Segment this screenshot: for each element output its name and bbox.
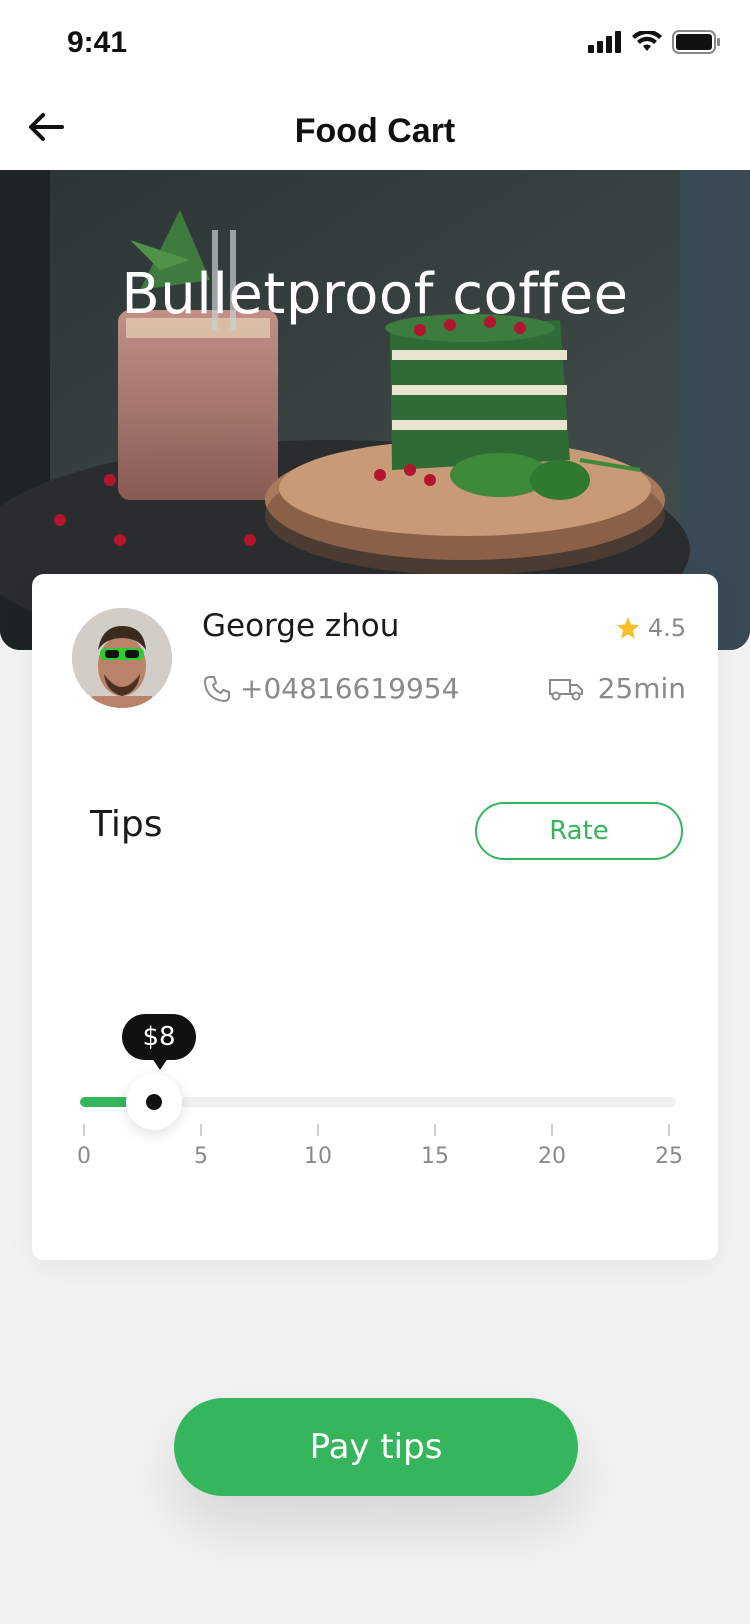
rate-button[interactable]: Rate bbox=[475, 802, 683, 860]
tip-slider[interactable]: $8 0 5 10 15 20 25 bbox=[32, 1014, 718, 1214]
battery-icon bbox=[672, 30, 720, 54]
slider-tick-label: 5 bbox=[194, 1144, 208, 1169]
nav-bar: Food Cart bbox=[0, 90, 750, 170]
phone-icon bbox=[204, 675, 230, 702]
slider-tick-label: 25 bbox=[655, 1144, 683, 1169]
star-icon bbox=[616, 617, 639, 639]
tip-card: George zhou 4.5 +04816619954 25min Tips … bbox=[32, 574, 718, 1260]
slider-tick bbox=[200, 1124, 202, 1136]
tooltip-tail bbox=[152, 1058, 168, 1070]
rating-value: 4.5 bbox=[647, 614, 686, 642]
hero-title: Bulletproof coffee bbox=[121, 262, 629, 327]
slider-tick-label: 15 bbox=[421, 1144, 449, 1169]
slider-tick bbox=[317, 1124, 319, 1136]
tips-label: Tips bbox=[90, 804, 163, 845]
page-title: Food Cart bbox=[294, 112, 456, 150]
pay-tips-button[interactable]: Pay tips bbox=[174, 1398, 578, 1496]
slider-tick-label: 0 bbox=[77, 1144, 91, 1169]
slider-tick bbox=[668, 1124, 670, 1136]
slider-tick bbox=[83, 1124, 85, 1136]
phone-number: +04816619954 bbox=[240, 672, 460, 705]
driver-name: George zhou bbox=[202, 608, 400, 644]
status-icons bbox=[588, 30, 720, 54]
eta-value: 25min bbox=[597, 672, 686, 705]
delivery-eta: 25min bbox=[548, 672, 686, 705]
phone[interactable]: +04816619954 bbox=[202, 672, 459, 705]
slider-thumb[interactable] bbox=[126, 1074, 183, 1130]
slider-tick-label: 10 bbox=[304, 1144, 332, 1169]
slider-thumb-dot bbox=[146, 1094, 163, 1110]
slider-tick-label: 20 bbox=[538, 1144, 566, 1169]
truck-icon bbox=[548, 678, 583, 700]
slider-tick bbox=[434, 1124, 436, 1136]
signal-icon bbox=[588, 31, 621, 53]
tip-value-tooltip: $8 bbox=[122, 1014, 196, 1060]
rating: 4.5 bbox=[616, 614, 686, 642]
slider-tick bbox=[551, 1124, 553, 1136]
avatar bbox=[72, 608, 172, 708]
driver-photo bbox=[72, 608, 172, 708]
status-bar: 9:41 bbox=[0, 0, 750, 90]
status-time: 9:41 bbox=[67, 26, 128, 59]
wifi-icon bbox=[632, 31, 662, 51]
